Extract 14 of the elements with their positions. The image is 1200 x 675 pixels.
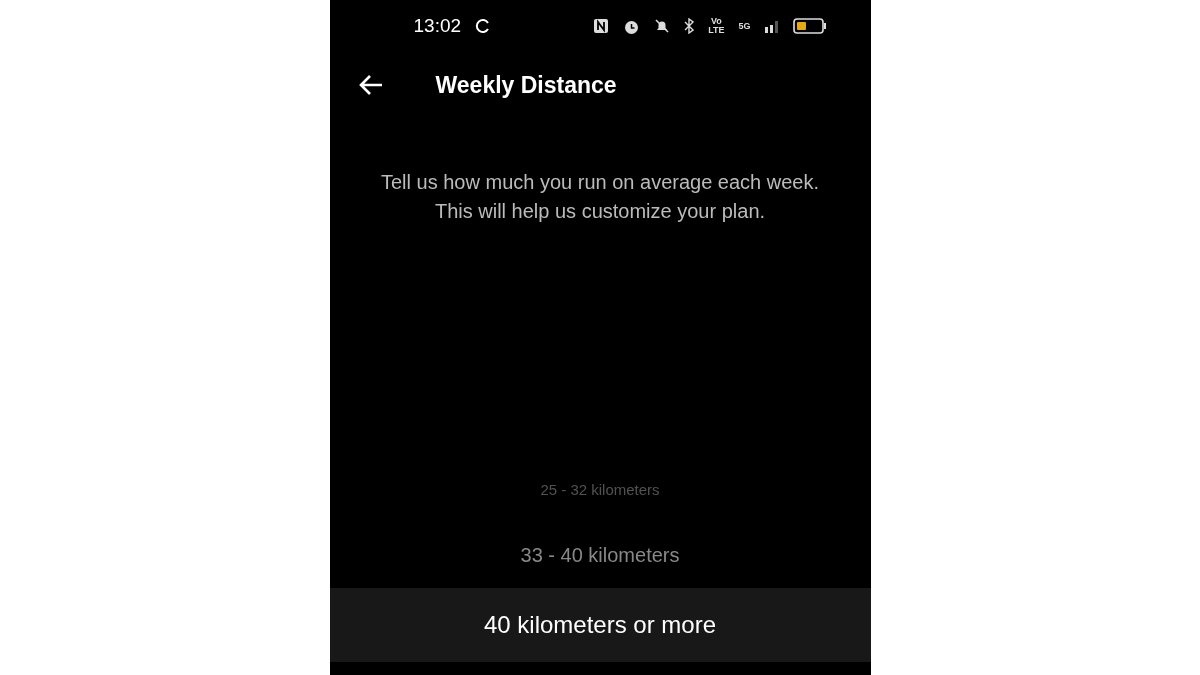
distance-option[interactable]: 40 kilometers or more — [329, 588, 871, 662]
status-time: 13:02 — [413, 15, 462, 37]
distance-option[interactable]: 33 - 40 kilometers — [329, 522, 871, 588]
description-text: Tell us how much you run on average each week. This will help us customize your plan. — [380, 170, 820, 224]
network-label: 5G — [738, 21, 751, 31]
nfc-icon — [593, 18, 610, 34]
signal-icon — [764, 19, 779, 33]
volte-label: Vo LTE — [708, 17, 725, 35]
bluetooth-icon — [684, 18, 695, 34]
muted-bell-icon — [654, 18, 671, 34]
sync-icon — [475, 18, 492, 34]
battery-icon — [792, 18, 827, 34]
back-arrow-icon[interactable] — [357, 73, 384, 97]
screen-title: Weekly Distance — [435, 71, 617, 99]
